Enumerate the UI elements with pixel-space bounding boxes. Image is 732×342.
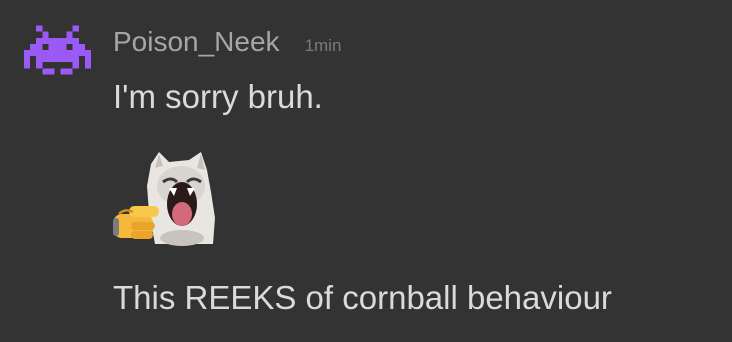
pointing-hand-icon [113,206,159,239]
message-timestamp: 1min [304,36,342,55]
author-name[interactable]: Poison_Neek [113,26,280,58]
avatar[interactable] [24,17,91,83]
chat-message: Poison_Neek 1min I'm sorry bruh. This RE… [0,0,732,342]
message-text-line-2: This REEKS of cornball behaviour [113,279,612,316]
message-text-line-1: I'm sorry bruh. [113,78,323,115]
laughing-cat-icon [147,152,215,246]
space-invader-icon [24,25,91,75]
pointing-laughing-cat-emoji[interactable] [111,152,217,246]
message-header: Poison_Neek 1min [113,26,341,58]
